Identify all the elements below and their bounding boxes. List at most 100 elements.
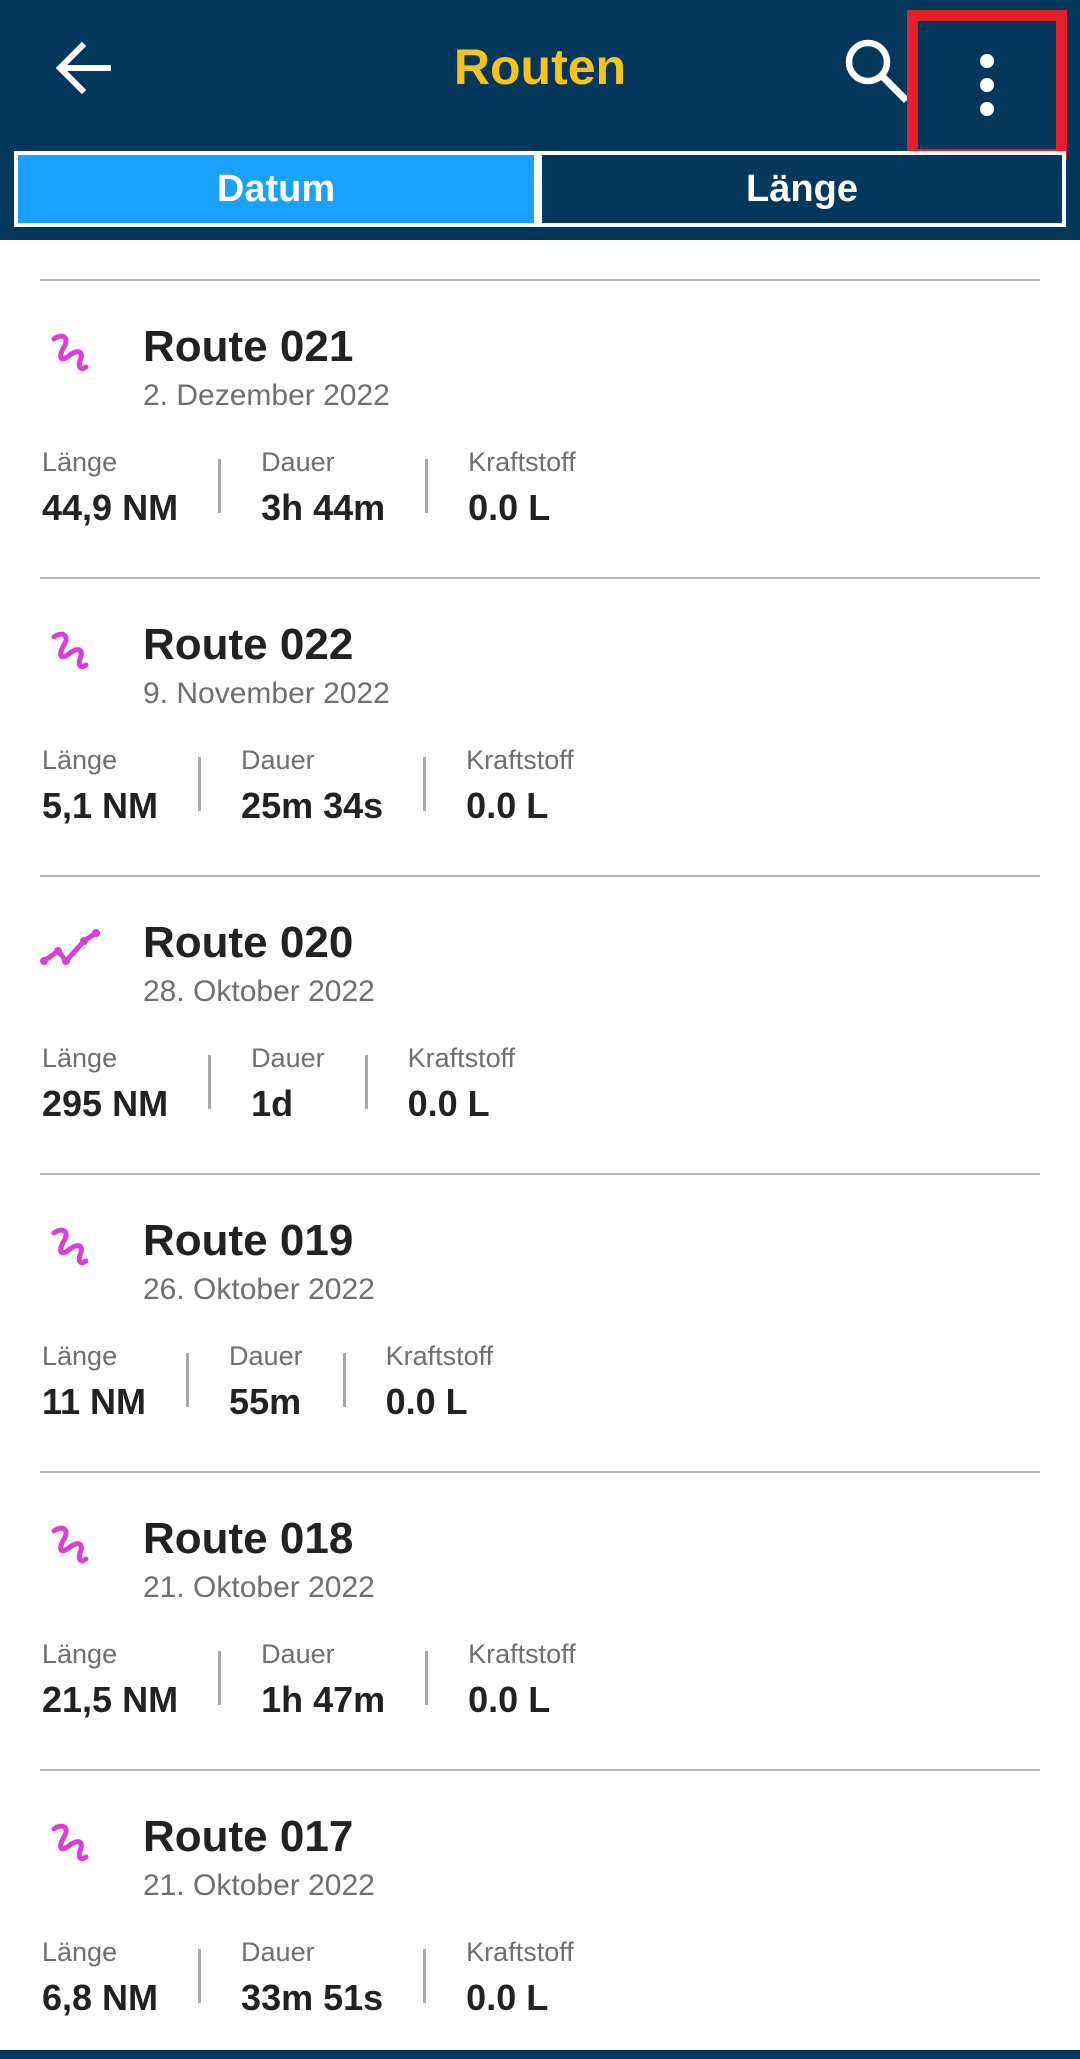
squiggle-route-icon bbox=[51, 1227, 89, 1266]
route-name: Route 021 bbox=[143, 322, 354, 371]
stat-length: Länge 295 NM bbox=[42, 1041, 168, 1125]
tab-datum[interactable]: Datum bbox=[14, 151, 538, 227]
sort-tabs: Datum Länge bbox=[14, 151, 1066, 227]
stat-separator bbox=[198, 757, 202, 811]
stat-fuel: Kraftstoff 0.0 L bbox=[408, 1041, 516, 1125]
stat-length-label: Länge bbox=[42, 1639, 118, 1669]
stat-duration: Dauer 55m bbox=[229, 1339, 303, 1423]
route-name: Route 019 bbox=[143, 1216, 354, 1265]
list-item[interactable]: Route 020 28. Oktober 2022 Länge 295 NM Daue… bbox=[0, 877, 1080, 1173]
stat-fuel-value: 0.0 L bbox=[466, 785, 549, 826]
stat-fuel-label: Kraftstoff bbox=[385, 1341, 494, 1371]
stat-fuel-value: 0.0 L bbox=[468, 1679, 551, 1720]
stat-separator bbox=[198, 1949, 202, 2003]
stat-fuel-value: 0.0 L bbox=[407, 1083, 490, 1124]
stat-length-label: Länge bbox=[42, 745, 118, 775]
stat-separator bbox=[186, 1353, 190, 1407]
stat-duration-label: Dauer bbox=[241, 745, 315, 775]
route-stats: Länge 295 NM Dauer 1d Kraftstoff 0.0 L bbox=[42, 1041, 515, 1131]
route-date: 21. Oktober 2022 bbox=[143, 1571, 375, 1604]
stat-length: Länge 5,1 NM bbox=[42, 743, 158, 827]
route-stats: Länge 6,8 NM Dauer 33m 51s Kraftstoff 0.0 L bbox=[42, 1935, 574, 2025]
squiggle-route-icon bbox=[51, 1823, 89, 1862]
stat-length-label: Länge bbox=[42, 1937, 118, 1967]
list-item[interactable]: Route 017 21. Oktober 2022 Länge 6,8 NM Daue… bbox=[0, 1771, 1080, 2050]
stat-fuel-label: Kraftstoff bbox=[468, 1639, 576, 1669]
route-name: Route 020 bbox=[143, 918, 354, 967]
stat-length: Länge 6,8 NM bbox=[42, 1935, 158, 2019]
stat-fuel-label: Kraftstoff bbox=[407, 1043, 516, 1073]
stat-length-value: 11 NM bbox=[42, 1381, 147, 1422]
bottom-bar bbox=[0, 2050, 1080, 2059]
route-date: 21. Oktober 2022 bbox=[143, 1869, 375, 1902]
stat-fuel: Kraftstoff 0.0 L bbox=[466, 1935, 574, 2019]
squiggle-route-icon bbox=[51, 631, 89, 670]
route-date: 2. Dezember 2022 bbox=[143, 379, 390, 412]
more-options-button[interactable] bbox=[907, 10, 1067, 160]
stat-fuel-label: Kraftstoff bbox=[466, 1937, 574, 1967]
stat-length: Länge 11 NM bbox=[42, 1339, 146, 1423]
stat-separator bbox=[342, 1353, 346, 1407]
stat-length-value: 44,9 NM bbox=[42, 487, 179, 528]
stat-duration: Dauer 3h 44m bbox=[261, 445, 385, 529]
route-stats: Länge 21,5 NM Dauer 1h 47m Kraftstoff 0.0 L bbox=[42, 1637, 576, 1727]
stat-duration: Dauer 1h 47m bbox=[261, 1637, 385, 1721]
routes-screen: Routen Datum Länge Route 021 2. Dezember … bbox=[0, 0, 1080, 2059]
route-date: 26. Oktober 2022 bbox=[143, 1273, 375, 1306]
route-stats: Länge 44,9 NM Dauer 3h 44m Kraftstoff 0.0 L bbox=[42, 445, 576, 535]
stat-duration-value: 3h 44m bbox=[261, 487, 386, 528]
stat-length-value: 295 NM bbox=[42, 1083, 169, 1124]
arrow-left-icon bbox=[55, 41, 111, 95]
stat-length-value: 6,8 NM bbox=[42, 1977, 159, 2018]
stat-separator bbox=[423, 1949, 427, 2003]
back-button[interactable] bbox=[40, 24, 128, 112]
search-icon bbox=[845, 39, 909, 103]
stat-separator bbox=[218, 459, 222, 513]
list-item[interactable]: Route 022 9. November 2022 Länge 5,1 NM Daue… bbox=[0, 579, 1080, 875]
stat-duration: Dauer 1d bbox=[251, 1041, 325, 1125]
stat-fuel: Kraftstoff 0.0 L bbox=[468, 445, 576, 529]
top-app-bar: Routen Datum Länge bbox=[0, 0, 1080, 240]
stat-length-value: 21,5 NM bbox=[42, 1679, 179, 1720]
list-item[interactable]: Route 021 2. Dezember 2022 Länge 44,9 NM Dau… bbox=[0, 281, 1080, 577]
stat-separator bbox=[208, 1055, 212, 1109]
route-name: Route 018 bbox=[143, 1514, 354, 1563]
stat-duration: Dauer 25m 34s bbox=[241, 743, 383, 827]
tab-laenge[interactable]: Länge bbox=[538, 151, 1066, 227]
stat-duration-label: Dauer bbox=[261, 1639, 335, 1669]
stat-length-label: Länge bbox=[42, 1043, 118, 1073]
stat-fuel-label: Kraftstoff bbox=[466, 745, 574, 775]
route-date: 28. Oktober 2022 bbox=[143, 975, 375, 1008]
stat-fuel-value: 0.0 L bbox=[466, 1977, 549, 2018]
stat-separator bbox=[218, 1651, 222, 1705]
stat-duration-value: 1h 47m bbox=[261, 1679, 386, 1720]
stat-separator bbox=[364, 1055, 368, 1109]
stat-length-value: 5,1 NM bbox=[42, 785, 159, 826]
stat-fuel-value: 0.0 L bbox=[468, 487, 551, 528]
route-stats: Länge 11 NM Dauer 55m Kraftstoff 0.0 L bbox=[42, 1339, 493, 1429]
stat-duration-label: Dauer bbox=[241, 1937, 315, 1967]
stat-fuel-label: Kraftstoff bbox=[468, 447, 576, 477]
list-item[interactable]: Route 019 26. Oktober 2022 Länge 11 NM Dauer… bbox=[0, 1175, 1080, 1471]
list-item[interactable]: Route 018 21. Oktober 2022 Länge 21,5 NM Dau… bbox=[0, 1473, 1080, 1769]
stat-separator bbox=[425, 459, 429, 513]
stat-duration-label: Dauer bbox=[261, 447, 335, 477]
stat-length-label: Länge bbox=[42, 1341, 118, 1371]
stat-duration: Dauer 33m 51s bbox=[241, 1935, 383, 2019]
more-vertical-icon bbox=[980, 54, 994, 116]
route-date: 9. November 2022 bbox=[143, 677, 390, 710]
stat-fuel-value: 0.0 L bbox=[385, 1381, 468, 1422]
stat-separator bbox=[423, 757, 427, 811]
zigzag-route-icon bbox=[40, 929, 100, 965]
stat-duration-value: 1d bbox=[251, 1083, 294, 1124]
route-name: Route 017 bbox=[143, 1812, 354, 1861]
squiggle-route-icon bbox=[51, 333, 89, 372]
stat-duration-label: Dauer bbox=[251, 1043, 325, 1073]
squiggle-route-icon bbox=[51, 1525, 89, 1564]
stat-length: Länge 21,5 NM bbox=[42, 1637, 178, 1721]
route-name: Route 022 bbox=[143, 620, 354, 669]
stat-fuel: Kraftstoff 0.0 L bbox=[386, 1339, 494, 1423]
stat-duration-value: 33m 51s bbox=[241, 1977, 384, 2018]
route-list[interactable]: Route 021 2. Dezember 2022 Länge 44,9 NM Dau… bbox=[0, 240, 1080, 2050]
route-stats: Länge 5,1 NM Dauer 25m 34s Kraftstoff 0.0 L bbox=[42, 743, 574, 833]
